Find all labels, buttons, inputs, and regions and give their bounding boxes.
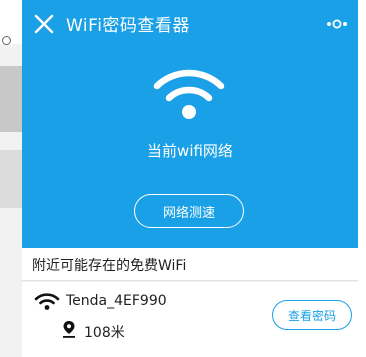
current-network-label: 当前wifi网络 [147,142,233,160]
header: WiFi密码查看器 当前wifi网络 网络测速 [22,0,358,248]
view-password-button[interactable]: 查看密码 [272,300,352,330]
list-item[interactable]: Tenda_4EF990 108米 查看密码 [22,282,358,357]
background-edge [358,0,366,357]
more-button[interactable] [324,14,350,34]
wifi-ssid: Tenda_4EF990 [66,293,167,309]
background-radio-icon [2,36,11,45]
nearby-section-title: 附近可能存在的免费WiFi [32,258,187,274]
wifi-viewer-panel: WiFi密码查看器 当前wifi网络 网络测速 附近可能存在的免费WiFi Te… [22,0,358,357]
location-pin-icon [63,321,75,338]
app-title: WiFi密码查看器 [66,16,190,36]
close-icon [34,14,54,34]
background-app [0,0,22,357]
distance-value: 108米 [84,325,125,341]
background-strip [0,66,22,132]
close-button[interactable] [32,12,56,36]
background-strip [0,150,22,208]
nearby-section-header: 附近可能存在的免费WiFi [22,248,358,281]
wifi-signal-icon [153,69,225,119]
speed-test-button[interactable]: 网络测速 [134,194,244,228]
more-icon [327,19,347,29]
wifi-icon [34,293,60,310]
